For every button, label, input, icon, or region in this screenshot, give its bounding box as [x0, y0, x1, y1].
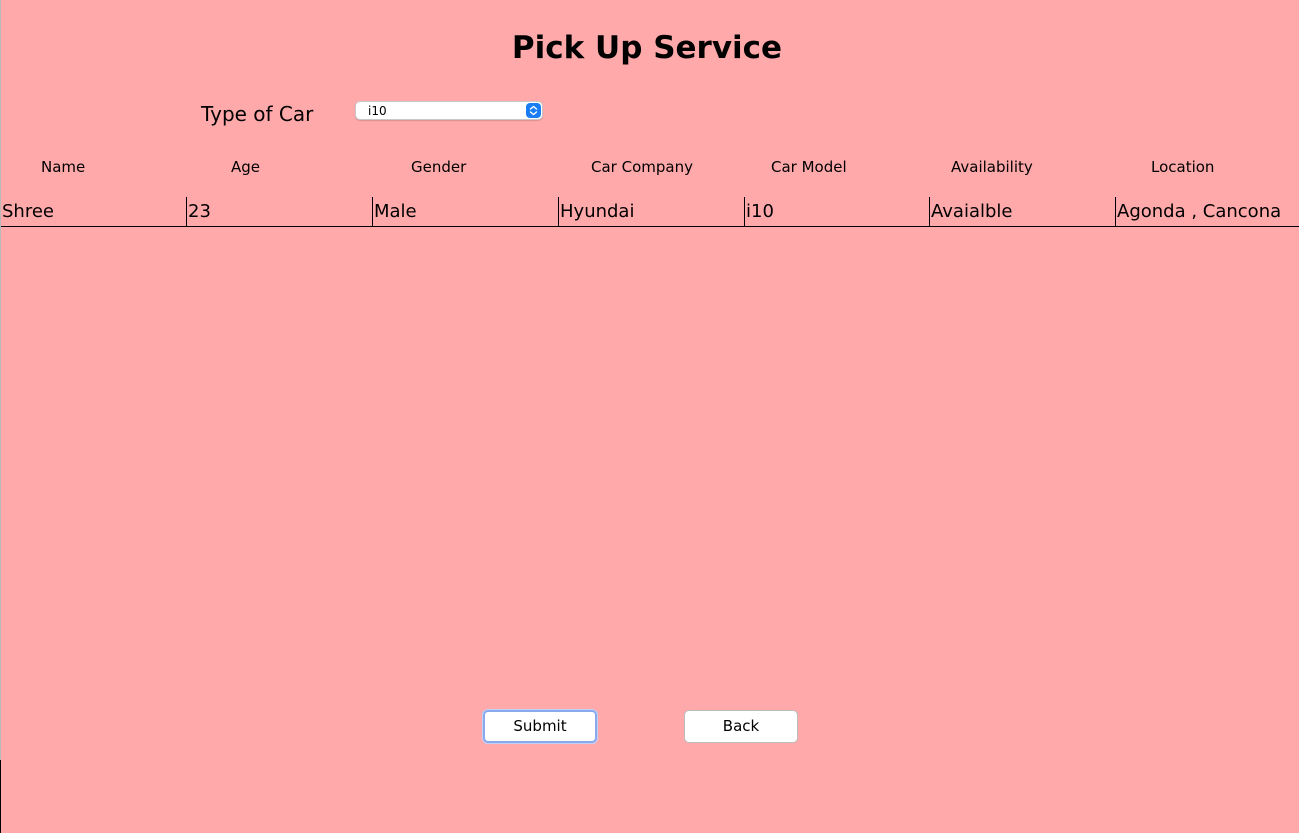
table-row[interactable]: Shree 23 Male Hyundai i10 Avaialble Agon…: [1, 197, 1299, 227]
cell-car-company: Hyundai: [558, 197, 744, 226]
cell-age: 23: [186, 197, 372, 226]
cell-gender: Male: [372, 197, 558, 226]
column-header-age: Age: [231, 158, 261, 176]
cell-car-model: i10: [744, 197, 930, 226]
column-header-name: Name: [41, 158, 86, 176]
car-type-selected-value: i10: [368, 104, 387, 118]
back-button[interactable]: Back: [684, 710, 798, 743]
type-of-car-label: Type of Car: [201, 102, 314, 126]
chevron-up-down-icon: [526, 103, 541, 118]
window-left-edge-dark: [0, 760, 1, 833]
cell-name: Shree: [2, 201, 54, 222]
column-header-location: Location: [1151, 158, 1215, 176]
column-header-availability: Availability: [951, 158, 1033, 176]
car-type-select[interactable]: i10: [355, 101, 543, 120]
column-header-car-model: Car Model: [771, 158, 847, 176]
column-header-car-company: Car Company: [591, 158, 693, 176]
window-left-edge: [0, 0, 1, 833]
cell-availability: Avaialble: [929, 197, 1115, 226]
column-header-gender: Gender: [411, 158, 467, 176]
submit-button[interactable]: Submit: [483, 710, 597, 743]
cell-location: Agonda , Cancona: [1115, 197, 1297, 226]
page-title: Pick Up Service: [511, 30, 783, 66]
